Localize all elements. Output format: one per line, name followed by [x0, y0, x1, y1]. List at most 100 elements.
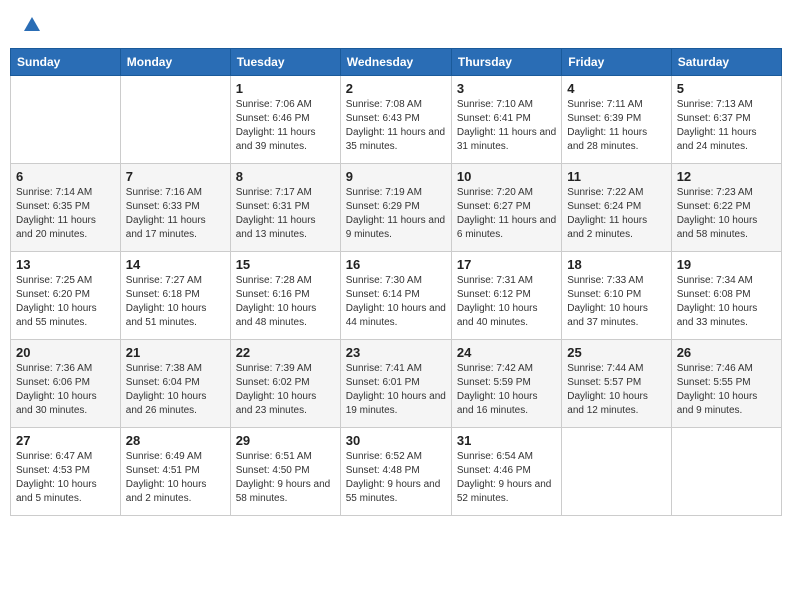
- day-number: 18: [567, 257, 665, 272]
- day-info: Sunrise: 7:46 AMSunset: 5:55 PMDaylight:…: [677, 362, 776, 418]
- calendar-cell: 12 Sunrise: 7:23 AMSunset: 6:22 PMDayligh…: [671, 164, 781, 252]
- calendar-cell: [11, 76, 121, 164]
- day-number: 21: [126, 345, 225, 360]
- calendar-cell: 7 Sunrise: 7:16 AMSunset: 6:33 PMDaylight…: [120, 164, 230, 252]
- day-info: Sunrise: 6:51 AMSunset: 4:50 PMDaylight:…: [236, 450, 335, 506]
- day-number: 30: [346, 433, 446, 448]
- calendar-cell: 1Sunrise: 7:06 AMSunset: 6:46 PMDaylight…: [230, 76, 340, 164]
- day-number: 24: [457, 345, 556, 360]
- weekday-header-monday: Monday: [120, 49, 230, 76]
- day-number: 9: [346, 169, 446, 184]
- day-info: Sunrise: 6:47 AMSunset: 4:53 PMDaylight:…: [16, 450, 115, 506]
- calendar-cell: [120, 76, 230, 164]
- day-number: 8: [236, 169, 335, 184]
- day-info: Sunrise: 6:49 AMSunset: 4:51 PMDaylight:…: [126, 450, 225, 506]
- calendar-cell: 31 Sunrise: 6:54 AMSunset: 4:46 PMDayligh…: [451, 428, 561, 516]
- weekday-header-wednesday: Wednesday: [340, 49, 451, 76]
- weekday-header-row: SundayMondayTuesdayWednesdayThursdayFrid…: [11, 49, 782, 76]
- day-number: 22: [236, 345, 335, 360]
- weekday-header-saturday: Saturday: [671, 49, 781, 76]
- day-info: Sunrise: 7:27 AMSunset: 6:18 PMDaylight:…: [126, 274, 225, 330]
- calendar-cell: 23 Sunrise: 7:41 AMSunset: 6:01 PMDayligh…: [340, 340, 451, 428]
- day-info: Sunrise: 7:10 AMSunset: 6:41 PMDaylight:…: [457, 98, 556, 154]
- day-number: 25: [567, 345, 665, 360]
- calendar-table: SundayMondayTuesdayWednesdayThursdayFrid…: [10, 48, 782, 516]
- calendar-cell: 29 Sunrise: 6:51 AMSunset: 4:50 PMDayligh…: [230, 428, 340, 516]
- calendar-cell: 20Sunrise: 7:36 AMSunset: 6:06 PMDayligh…: [11, 340, 121, 428]
- calendar-cell: [671, 428, 781, 516]
- day-info: Sunrise: 7:39 AMSunset: 6:02 PMDaylight:…: [236, 362, 335, 418]
- calendar-cell: 25 Sunrise: 7:44 AMSunset: 5:57 PMDayligh…: [562, 340, 671, 428]
- day-number: 7: [126, 169, 225, 184]
- day-number: 27: [16, 433, 115, 448]
- day-info: Sunrise: 6:54 AMSunset: 4:46 PMDaylight:…: [457, 450, 556, 506]
- weekday-header-tuesday: Tuesday: [230, 49, 340, 76]
- calendar-cell: 10 Sunrise: 7:20 AMSunset: 6:27 PMDayligh…: [451, 164, 561, 252]
- calendar-week-3: 13 Sunrise: 7:25 AMSunset: 6:20 PMDayligh…: [11, 252, 782, 340]
- day-info: Sunrise: 7:08 AMSunset: 6:43 PMDaylight:…: [346, 98, 446, 154]
- day-number: 15: [236, 257, 335, 272]
- day-number: 31: [457, 433, 556, 448]
- day-info: Sunrise: 7:16 AMSunset: 6:33 PMDaylight:…: [126, 186, 225, 242]
- calendar-cell: 5 Sunrise: 7:13 AMSunset: 6:37 PMDaylight…: [671, 76, 781, 164]
- day-info: Sunrise: 7:23 AMSunset: 6:22 PMDaylight:…: [677, 186, 776, 242]
- calendar-cell: 22 Sunrise: 7:39 AMSunset: 6:02 PMDayligh…: [230, 340, 340, 428]
- day-number: 12: [677, 169, 776, 184]
- logo-icon: [22, 15, 42, 35]
- day-info: Sunrise: 7:28 AMSunset: 6:16 PMDaylight:…: [236, 274, 335, 330]
- day-info: Sunrise: 7:31 AMSunset: 6:12 PMDaylight:…: [457, 274, 556, 330]
- day-info: Sunrise: 7:36 AMSunset: 6:06 PMDaylight:…: [16, 362, 115, 418]
- weekday-header-thursday: Thursday: [451, 49, 561, 76]
- day-number: 4: [567, 81, 665, 96]
- day-number: 23: [346, 345, 446, 360]
- day-number: 16: [346, 257, 446, 272]
- calendar-week-2: 6Sunrise: 7:14 AMSunset: 6:35 PMDaylight…: [11, 164, 782, 252]
- page-header: [10, 10, 782, 40]
- day-number: 13: [16, 257, 115, 272]
- calendar-week-4: 20Sunrise: 7:36 AMSunset: 6:06 PMDayligh…: [11, 340, 782, 428]
- calendar-cell: 19 Sunrise: 7:34 AMSunset: 6:08 PMDayligh…: [671, 252, 781, 340]
- day-info: Sunrise: 6:52 AMSunset: 4:48 PMDaylight:…: [346, 450, 446, 506]
- calendar-cell: 24 Sunrise: 7:42 AMSunset: 5:59 PMDayligh…: [451, 340, 561, 428]
- day-info: Sunrise: 7:19 AMSunset: 6:29 PMDaylight:…: [346, 186, 446, 242]
- calendar-cell: 26 Sunrise: 7:46 AMSunset: 5:55 PMDayligh…: [671, 340, 781, 428]
- day-info: Sunrise: 7:17 AMSunset: 6:31 PMDaylight:…: [236, 186, 335, 242]
- calendar-body: 1Sunrise: 7:06 AMSunset: 6:46 PMDaylight…: [11, 76, 782, 516]
- day-number: 11: [567, 169, 665, 184]
- day-number: 10: [457, 169, 556, 184]
- calendar-cell: 30 Sunrise: 6:52 AMSunset: 4:48 PMDayligh…: [340, 428, 451, 516]
- calendar-cell: 16Sunrise: 7:30 AMSunset: 6:14 PMDayligh…: [340, 252, 451, 340]
- calendar-cell: 28Sunrise: 6:49 AMSunset: 4:51 PMDayligh…: [120, 428, 230, 516]
- day-number: 2: [346, 81, 446, 96]
- calendar-cell: [562, 428, 671, 516]
- logo: [20, 15, 42, 35]
- calendar-cell: 6Sunrise: 7:14 AMSunset: 6:35 PMDaylight…: [11, 164, 121, 252]
- calendar-cell: 21 Sunrise: 7:38 AMSunset: 6:04 PMDayligh…: [120, 340, 230, 428]
- day-number: 19: [677, 257, 776, 272]
- calendar-cell: 17Sunrise: 7:31 AMSunset: 6:12 PMDayligh…: [451, 252, 561, 340]
- calendar-cell: 11Sunrise: 7:22 AMSunset: 6:24 PMDayligh…: [562, 164, 671, 252]
- day-number: 6: [16, 169, 115, 184]
- day-info: Sunrise: 7:41 AMSunset: 6:01 PMDaylight:…: [346, 362, 446, 418]
- day-info: Sunrise: 7:20 AMSunset: 6:27 PMDaylight:…: [457, 186, 556, 242]
- day-info: Sunrise: 7:06 AMSunset: 6:46 PMDaylight:…: [236, 98, 335, 154]
- day-number: 14: [126, 257, 225, 272]
- calendar-week-1: 1Sunrise: 7:06 AMSunset: 6:46 PMDaylight…: [11, 76, 782, 164]
- day-info: Sunrise: 7:13 AMSunset: 6:37 PMDaylight:…: [677, 98, 776, 154]
- day-info: Sunrise: 7:38 AMSunset: 6:04 PMDaylight:…: [126, 362, 225, 418]
- calendar-cell: 8 Sunrise: 7:17 AMSunset: 6:31 PMDaylight…: [230, 164, 340, 252]
- calendar-cell: 4 Sunrise: 7:11 AMSunset: 6:39 PMDaylight…: [562, 76, 671, 164]
- day-info: Sunrise: 7:33 AMSunset: 6:10 PMDaylight:…: [567, 274, 665, 330]
- calendar-week-5: 27 Sunrise: 6:47 AMSunset: 4:53 PMDayligh…: [11, 428, 782, 516]
- day-info: Sunrise: 7:44 AMSunset: 5:57 PMDaylight:…: [567, 362, 665, 418]
- calendar-cell: 14 Sunrise: 7:27 AMSunset: 6:18 PMDayligh…: [120, 252, 230, 340]
- day-number: 29: [236, 433, 335, 448]
- day-info: Sunrise: 7:34 AMSunset: 6:08 PMDaylight:…: [677, 274, 776, 330]
- day-info: Sunrise: 7:25 AMSunset: 6:20 PMDaylight:…: [16, 274, 115, 330]
- day-number: 5: [677, 81, 776, 96]
- day-info: Sunrise: 7:11 AMSunset: 6:39 PMDaylight:…: [567, 98, 665, 154]
- day-number: 26: [677, 345, 776, 360]
- weekday-header-friday: Friday: [562, 49, 671, 76]
- day-info: Sunrise: 7:42 AMSunset: 5:59 PMDaylight:…: [457, 362, 556, 418]
- calendar-cell: 3Sunrise: 7:10 AMSunset: 6:41 PMDaylight…: [451, 76, 561, 164]
